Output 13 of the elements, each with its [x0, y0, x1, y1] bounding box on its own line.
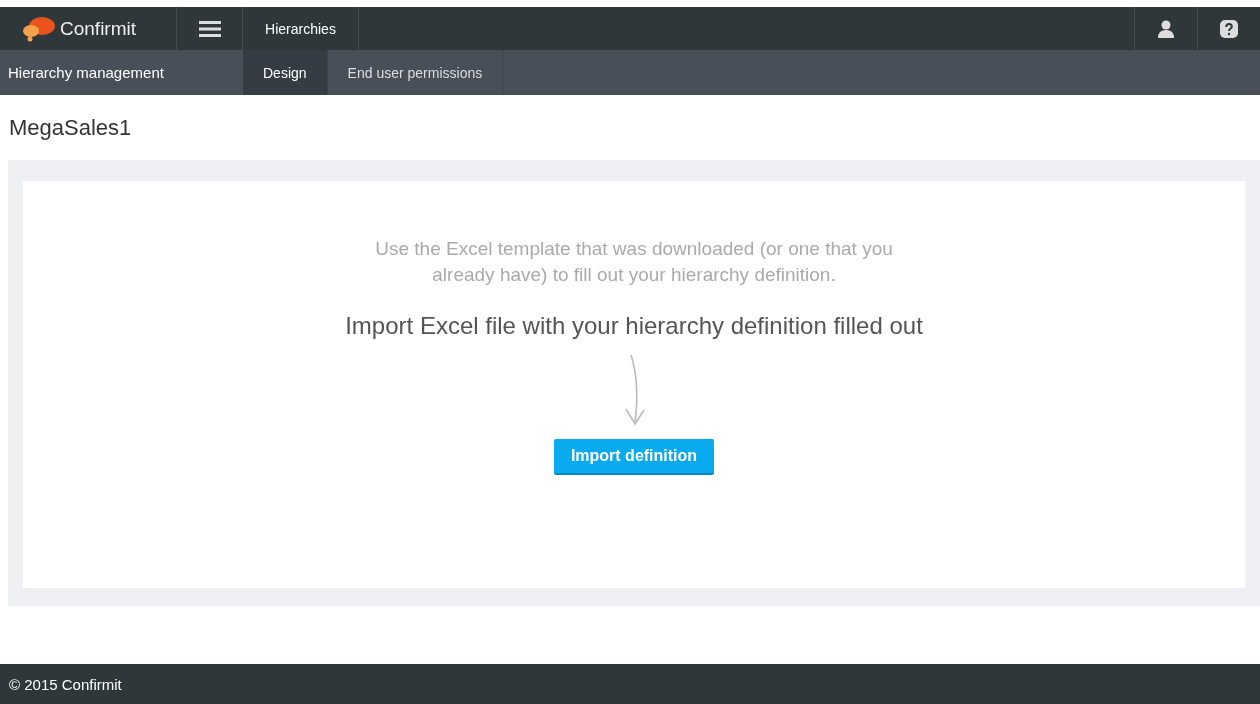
logo-icon [22, 15, 56, 42]
help-icon [1220, 19, 1238, 38]
tab[interactable]: End user permissions [327, 50, 504, 95]
arrow-icon [622, 353, 646, 427]
import-heading: Import Excel file with your hierarchy definition filled out [344, 311, 924, 341]
tab[interactable]: Design [243, 50, 328, 95]
section-title: Hierarchy management [7, 63, 165, 83]
copyright-text: © 2015 Confirmit [9, 675, 122, 693]
page-title: MegaSales1 [8, 113, 133, 142]
logo-text: Confirmit [60, 17, 136, 40]
menu-icon [198, 20, 221, 37]
user-icon [1156, 18, 1176, 39]
instructions-text: Use the Excel template that was downloaded (or one that you already have) to fill out your hierarchy definition. [374, 237, 894, 287]
